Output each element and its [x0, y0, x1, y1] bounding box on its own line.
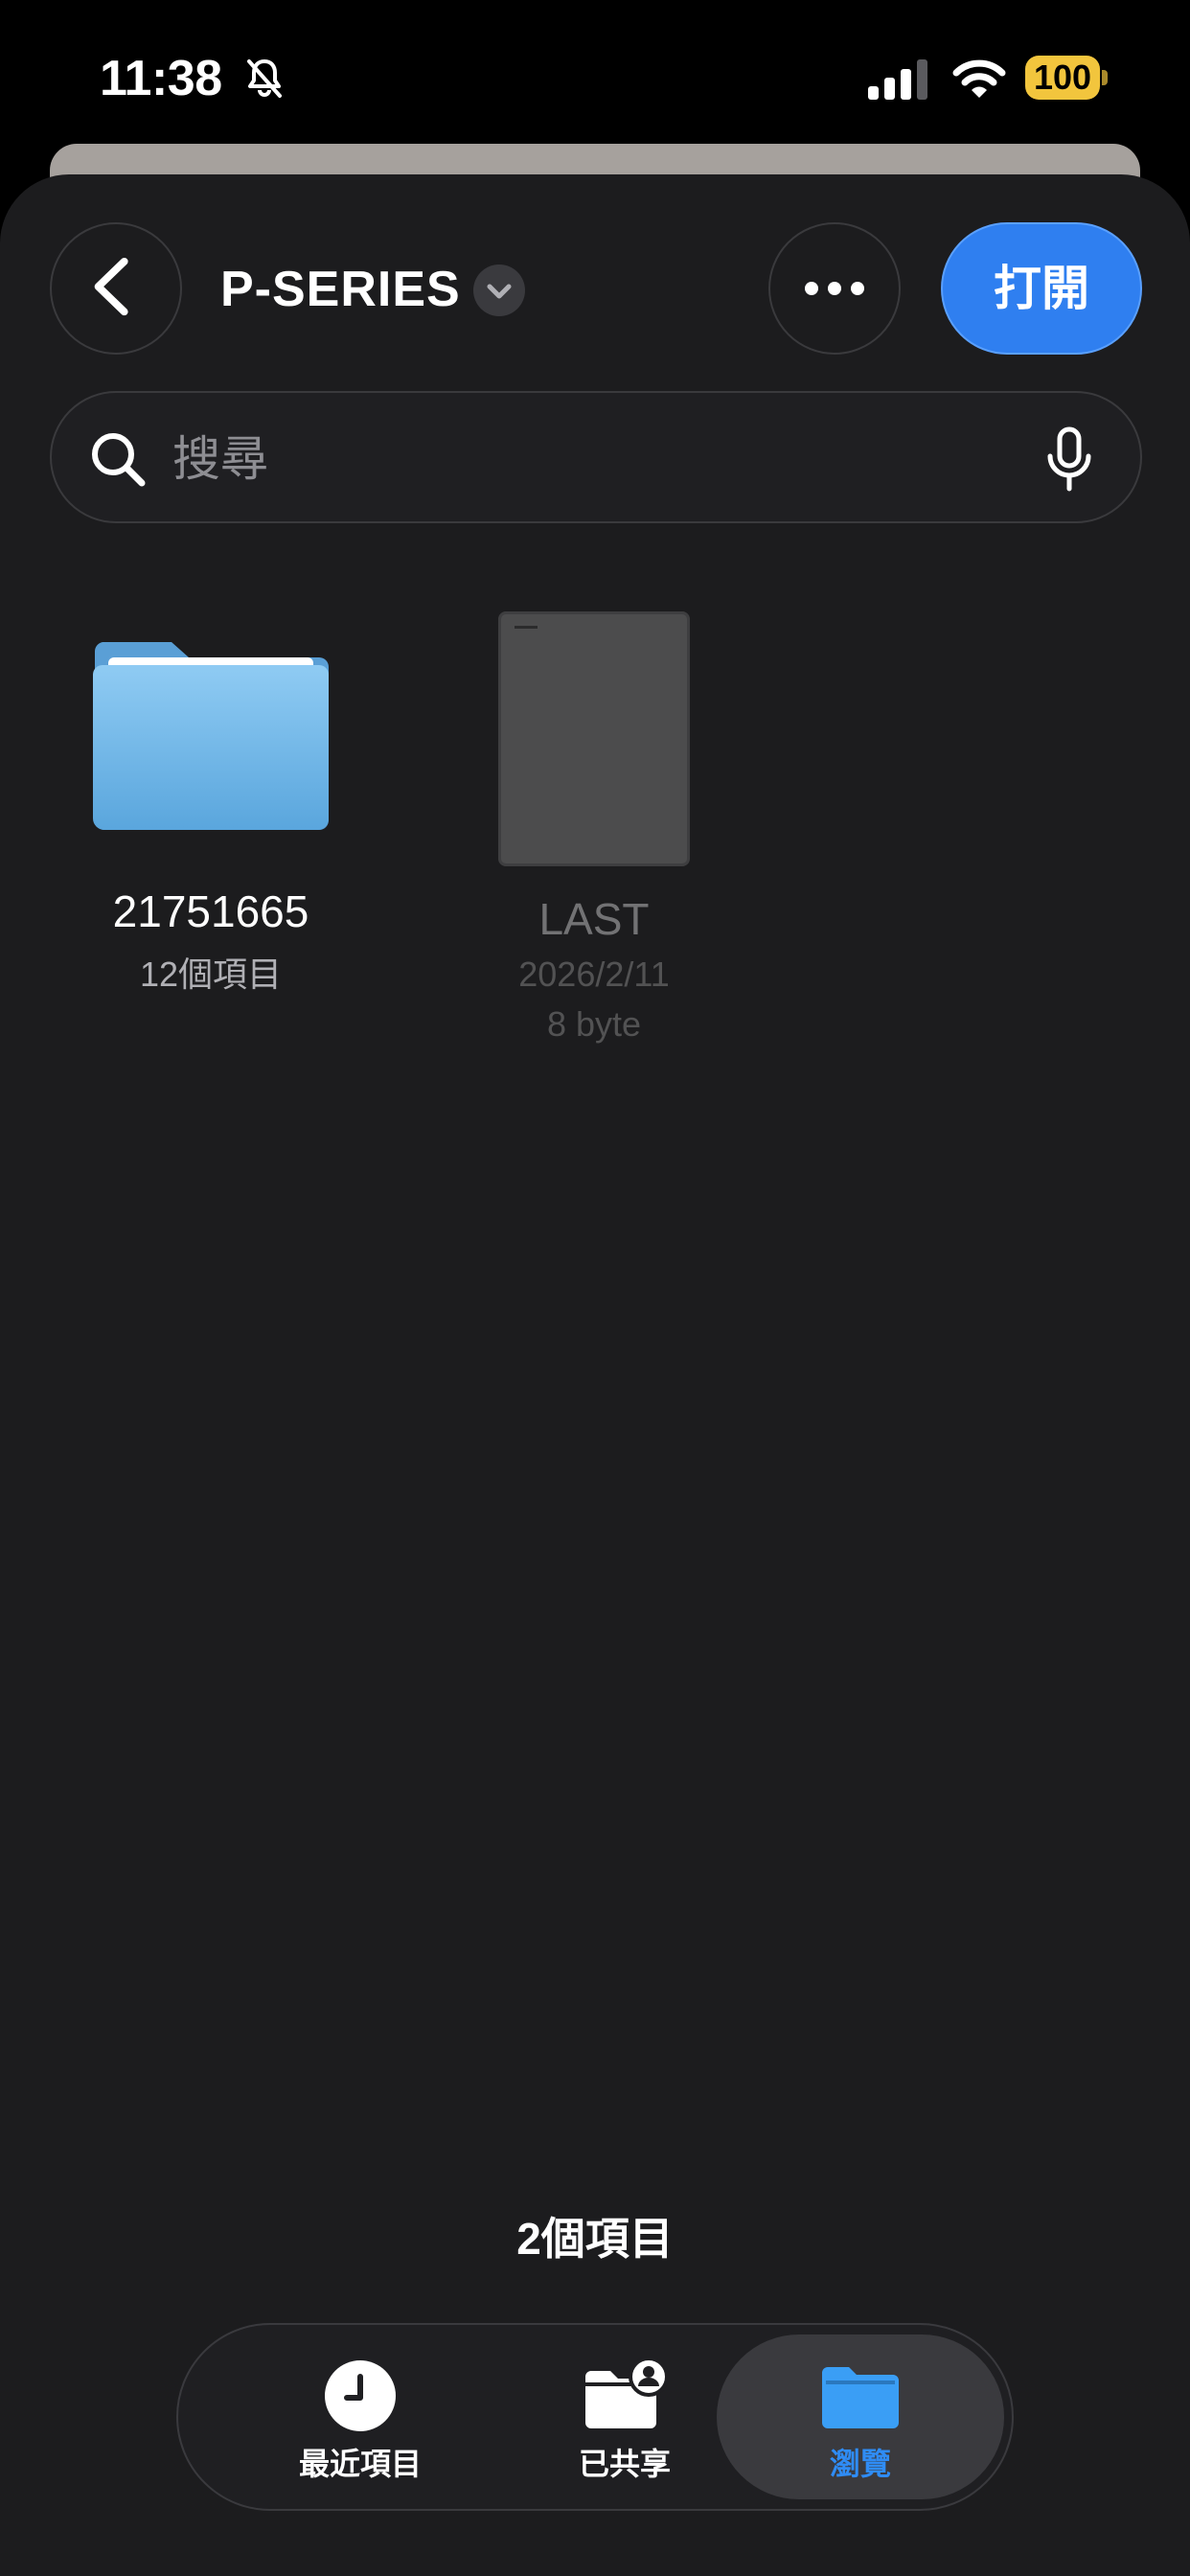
item-size: 8 byte	[546, 1004, 642, 1044]
ellipsis-icon	[805, 282, 864, 295]
item-date: 2026/2/11	[518, 954, 670, 994]
item-count-summary: 2個項目	[516, 2214, 674, 2264]
tab-label: 瀏覽	[829, 2447, 891, 2481]
file-thumbnail	[498, 611, 690, 866]
tab-recents[interactable]: 最近項目	[217, 2334, 504, 2499]
file-item[interactable]: LAST 2026/2/11 8 byte	[460, 611, 728, 1045]
wifi-icon	[952, 59, 1006, 98]
cellular-signal-icon	[868, 59, 927, 100]
chevron-down-icon	[473, 264, 525, 316]
folder-title-menu[interactable]: P-SERIES	[220, 251, 525, 328]
status-bar: 11:38 100	[0, 0, 1190, 144]
status-time: 11:38	[100, 51, 222, 106]
search-input[interactable]	[171, 420, 1037, 498]
search-bar[interactable]	[50, 391, 1142, 523]
page-title: P-SERIES	[220, 262, 461, 317]
battery-level: 100	[1025, 56, 1100, 100]
tab-bar: 最近項目 已共享 瀏覽	[176, 2323, 1014, 2511]
open-button[interactable]: 打開	[941, 222, 1142, 355]
battery-cap	[1102, 70, 1108, 85]
item-name: 21751665	[112, 886, 309, 936]
item-name: LAST	[538, 894, 650, 944]
tab-label: 最近項目	[298, 2447, 422, 2481]
chevron-left-icon	[94, 257, 128, 316]
folder-icon	[93, 642, 329, 830]
more-options-button[interactable]	[768, 222, 901, 355]
tab-browse[interactable]: 瀏覽	[717, 2334, 1004, 2499]
clock-icon	[325, 2360, 396, 2431]
search-icon	[92, 433, 146, 487]
bell-muted-icon	[247, 59, 282, 98]
folder-item[interactable]: 21751665 12個項目	[77, 632, 345, 997]
microphone-icon[interactable]	[1041, 426, 1098, 493]
item-count: 12個項目	[139, 954, 283, 994]
back-button[interactable]	[50, 222, 182, 355]
battery-indicator: 100	[1025, 56, 1108, 100]
folder-icon	[822, 2367, 899, 2428]
shared-folder-icon	[585, 2358, 668, 2428]
